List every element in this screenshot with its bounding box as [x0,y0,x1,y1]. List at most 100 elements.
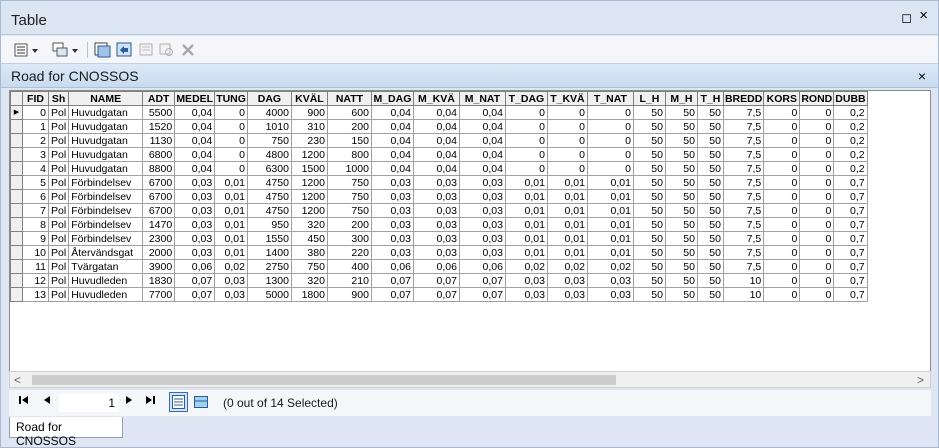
table-cell[interactable]: 0 [763,231,801,246]
table-cell[interactable]: 450 [290,231,328,246]
table-cell[interactable]: 6700 [142,189,176,204]
scrollbar-thumb[interactable] [32,375,616,385]
table-cell[interactable]: 0 [799,259,835,274]
table-cell[interactable]: 50 [664,203,698,218]
table-row[interactable]: 3 Pol Huvudgatan 6800 0,04 0 4800 1200 800 0,04 0,… [10,147,868,162]
table-cell[interactable]: 0,01 [546,175,588,190]
table-cell[interactable]: 50 [664,189,698,204]
table-cell[interactable]: 200 [326,217,372,232]
table-cell[interactable]: 0,07 [370,273,414,288]
table-cell[interactable]: 0 [799,287,835,302]
table-cell[interactable]: 0 [214,133,248,148]
table-cell[interactable]: 0,01 [504,217,548,232]
table-cell[interactable]: 900 [290,105,328,120]
table-row[interactable]: 2 Pol Huvudgatan 1130 0,04 0 750 230 150 0,04 0,04… [10,133,868,148]
column-header-rond[interactable]: ROND [799,91,835,106]
table-cell[interactable]: 7,5 [722,161,765,176]
table-cell[interactable]: 10 [722,287,765,302]
table-cell[interactable]: Tvärgatan [68,259,144,274]
table-cell[interactable]: 0 [763,119,801,134]
table-cell[interactable]: 0,03 [214,273,248,288]
table-cell[interactable]: 50 [696,287,724,302]
switch-selection-button[interactable] [115,40,135,59]
table-cell[interactable]: 0,04 [370,147,414,162]
table-cell[interactable]: 0,06 [174,259,216,274]
table-cell[interactable]: 0,03 [412,231,460,246]
table-cell[interactable]: Pol [47,259,70,274]
table-cell[interactable]: 210 [326,273,372,288]
table-cell[interactable]: 50 [664,119,698,134]
table-cell[interactable]: 0,03 [174,231,216,246]
row-selector[interactable] [10,119,23,134]
table-cell[interactable]: 0 [504,133,548,148]
table-cell[interactable]: 750 [326,189,372,204]
table-cell[interactable]: 4800 [246,147,292,162]
table-cell[interactable]: 0,03 [586,273,634,288]
table-cell[interactable]: 5500 [142,105,176,120]
table-cell[interactable]: 0,04 [412,133,460,148]
row-selector[interactable] [10,287,23,302]
scroll-left-icon[interactable]: < [14,373,21,387]
table-cell[interactable]: 1800 [290,287,328,302]
column-header-dubb[interactable]: DUBB [833,91,868,106]
table-cell[interactable]: 50 [664,175,698,190]
table-cell[interactable]: 50 [664,217,698,232]
table-cell[interactable]: 5000 [246,287,292,302]
table-cell[interactable]: 0 [214,147,248,162]
table-cell[interactable]: 0 [214,161,248,176]
table-row[interactable]: 6 Pol Förbindelsev 6700 0,03 0,01 4750 1200 750 0… [10,189,868,204]
table-cell[interactable]: 0 [546,133,588,148]
table-cell[interactable]: 50 [696,203,724,218]
table-row[interactable]: 7 Pol Förbindelsev 6700 0,03 0,01 4750 1200 750 0… [10,203,868,218]
table-cell[interactable]: 0,01 [504,203,548,218]
table-cell[interactable]: Förbindelsev [68,189,144,204]
table-cell[interactable]: 0,01 [546,231,588,246]
table-cell[interactable]: 0,01 [586,245,634,260]
table-cell[interactable]: 0,04 [412,105,460,120]
table-cell[interactable]: 9 [22,231,49,246]
table-cell[interactable]: 0 [504,119,548,134]
table-cell[interactable]: 10 [722,273,765,288]
table-cell[interactable]: 0,03 [174,245,216,260]
table-cell[interactable]: 0,03 [458,231,506,246]
table-cell[interactable]: 0,01 [586,217,634,232]
table-cell[interactable]: 0 [504,161,548,176]
table-cell[interactable]: 1010 [246,119,292,134]
table-cell[interactable]: 4750 [246,189,292,204]
row-selector[interactable] [10,217,23,232]
table-cell[interactable]: 950 [246,217,292,232]
row-selector[interactable] [10,189,23,204]
column-header-t_h[interactable]: T_H [696,91,724,106]
table-cell[interactable]: 0,04 [412,119,460,134]
table-cell[interactable]: 0 [799,105,835,120]
table-cell[interactable]: 0,2 [833,133,868,148]
table-cell[interactable]: Förbindelsev [68,217,144,232]
table-cell[interactable]: 310 [290,119,328,134]
table-cell[interactable]: 0,03 [174,175,216,190]
table-cell[interactable]: 1300 [246,273,292,288]
table-cell[interactable]: 0,7 [833,231,868,246]
row-selector[interactable] [10,175,23,190]
table-cell[interactable]: 0,07 [174,287,216,302]
table-cell[interactable]: 0,03 [458,245,506,260]
table-cell[interactable]: 1 [22,119,49,134]
table-cell[interactable]: Pol [47,273,70,288]
table-cell[interactable]: 0,01 [546,203,588,218]
table-cell[interactable]: 50 [632,217,666,232]
table-cell[interactable]: 0,03 [370,231,414,246]
table-cell[interactable]: 0 [763,175,801,190]
table-cell[interactable]: 0,04 [174,161,216,176]
table-cell[interactable]: 0 [763,203,801,218]
table-cell[interactable]: 0,2 [833,147,868,162]
table-cell[interactable]: 0,07 [370,287,414,302]
table-cell[interactable]: 0,04 [370,105,414,120]
table-cell[interactable]: 0,7 [833,287,868,302]
table-cell[interactable]: 0 [799,119,835,134]
table-cell[interactable]: 400 [326,259,372,274]
table-cell[interactable]: 50 [696,259,724,274]
table-cell[interactable]: 0 [763,259,801,274]
table-row[interactable]: 8 Pol Förbindelsev 1470 0,03 0,01 950 320 200 0,0… [10,217,868,232]
table-cell[interactable]: Återvändsgat [68,245,144,260]
table-row[interactable]: 11 Pol Tvärgatan 3900 0,06 0,02 2750 750 400 0,06… [10,259,868,274]
table-cell[interactable]: 0 [763,273,801,288]
